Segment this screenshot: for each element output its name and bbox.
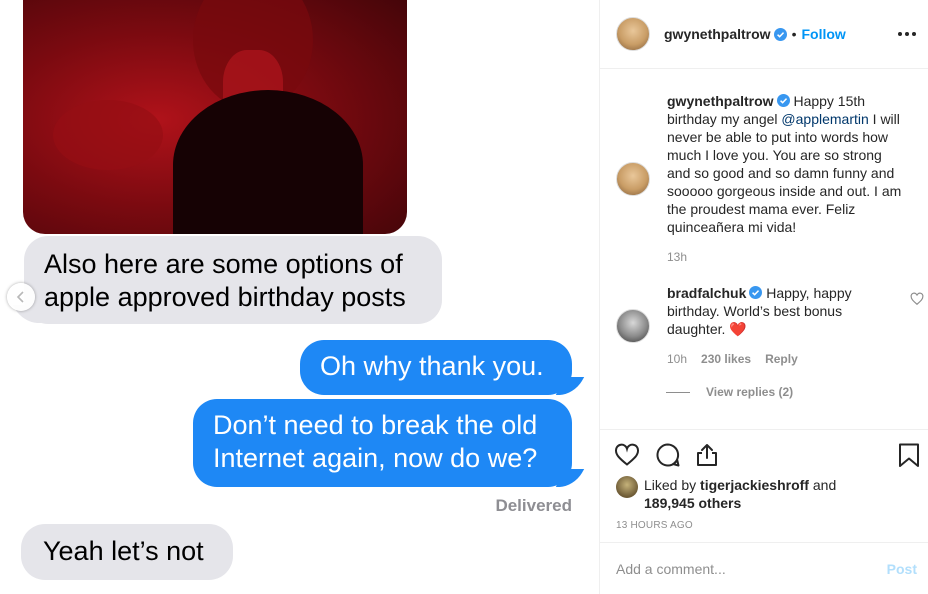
mention-link[interactable]: @applemartin — [781, 111, 868, 127]
avatar[interactable] — [616, 17, 650, 51]
caption-age[interactable]: 13h — [667, 250, 687, 264]
comment-age[interactable]: 10h — [667, 352, 687, 366]
incoming-message-bubble: Yeah let’s not — [21, 524, 233, 580]
view-replies-label: View replies (2) — [706, 385, 794, 399]
avatar[interactable] — [616, 162, 650, 196]
heart-emoji-icon: ❤️ — [729, 321, 747, 337]
like-heart-icon[interactable] — [614, 442, 640, 468]
outgoing-message-bubble: Oh why thank you. — [300, 340, 572, 395]
incoming-message-bubble: Also here are some options of apple appr… — [24, 236, 442, 324]
verified-badge-icon — [773, 27, 787, 41]
verified-badge-icon — [776, 94, 790, 107]
divider-line — [666, 391, 690, 393]
comment-meta: 10h 230 likes Reply — [667, 352, 798, 366]
delivery-status: Delivered — [495, 496, 572, 515]
post-header: gwynethpaltrow • Follow — [600, 0, 928, 69]
photo-attachment — [23, 0, 407, 234]
likes-count[interactable]: 189,945 others — [644, 495, 741, 511]
post-sidebar: gwynethpaltrow • Follow gwynethpaltrow H… — [599, 0, 928, 594]
comment-likes[interactable]: 230 likes — [701, 352, 751, 366]
post-image[interactable]: Also here are some options of apple appr… — [0, 0, 599, 594]
caption-username[interactable]: gwynethpaltrow — [667, 93, 774, 109]
chevron-left-icon — [16, 291, 24, 303]
more-options-icon[interactable] — [897, 24, 917, 44]
caption-text: gwynethpaltrow Happy 15th birthday my an… — [667, 92, 907, 236]
avatar[interactable] — [616, 309, 650, 343]
verified-badge-icon — [749, 286, 763, 299]
comment-username[interactable]: bradfalchuk — [667, 285, 746, 301]
share-icon[interactable] — [694, 442, 720, 468]
comment-input[interactable] — [616, 560, 887, 577]
carousel-previous-button[interactable] — [7, 283, 35, 311]
like-comment-heart-icon[interactable] — [910, 292, 924, 306]
liker-username[interactable]: tigerjackieshroff — [700, 477, 809, 493]
add-comment-bar: Post — [600, 542, 928, 594]
comment-text: bradfalchuk Happy, happy birthday. World… — [667, 284, 889, 338]
post-actions: Liked by tigerjackieshroff and 189,945 o… — [600, 429, 928, 542]
author-username[interactable]: gwynethpaltrow — [664, 26, 771, 42]
post-comment-button[interactable]: Post — [887, 561, 917, 577]
follow-button[interactable]: Follow — [801, 26, 845, 42]
view-replies-button[interactable]: View replies (2) — [666, 385, 793, 399]
comment-bubble-icon[interactable] — [655, 442, 681, 468]
caption-body-end: I will never be able to put into words h… — [667, 111, 902, 235]
post-timestamp[interactable]: 13 HOURS AGO — [616, 520, 693, 531]
separator-dot: • — [791, 26, 797, 42]
outgoing-message-bubble: Don’t need to break the old Internet aga… — [193, 399, 572, 487]
likes-prefix: Liked by — [644, 477, 701, 493]
likes-middle: and — [808, 477, 837, 493]
reply-button[interactable]: Reply — [765, 352, 798, 366]
likes-summary: Liked by tigerjackieshroff and 189,945 o… — [616, 476, 884, 512]
bookmark-icon[interactable] — [896, 442, 922, 468]
liker-avatar[interactable] — [616, 476, 638, 498]
likes-text: Liked by tigerjackieshroff and 189,945 o… — [644, 476, 884, 512]
